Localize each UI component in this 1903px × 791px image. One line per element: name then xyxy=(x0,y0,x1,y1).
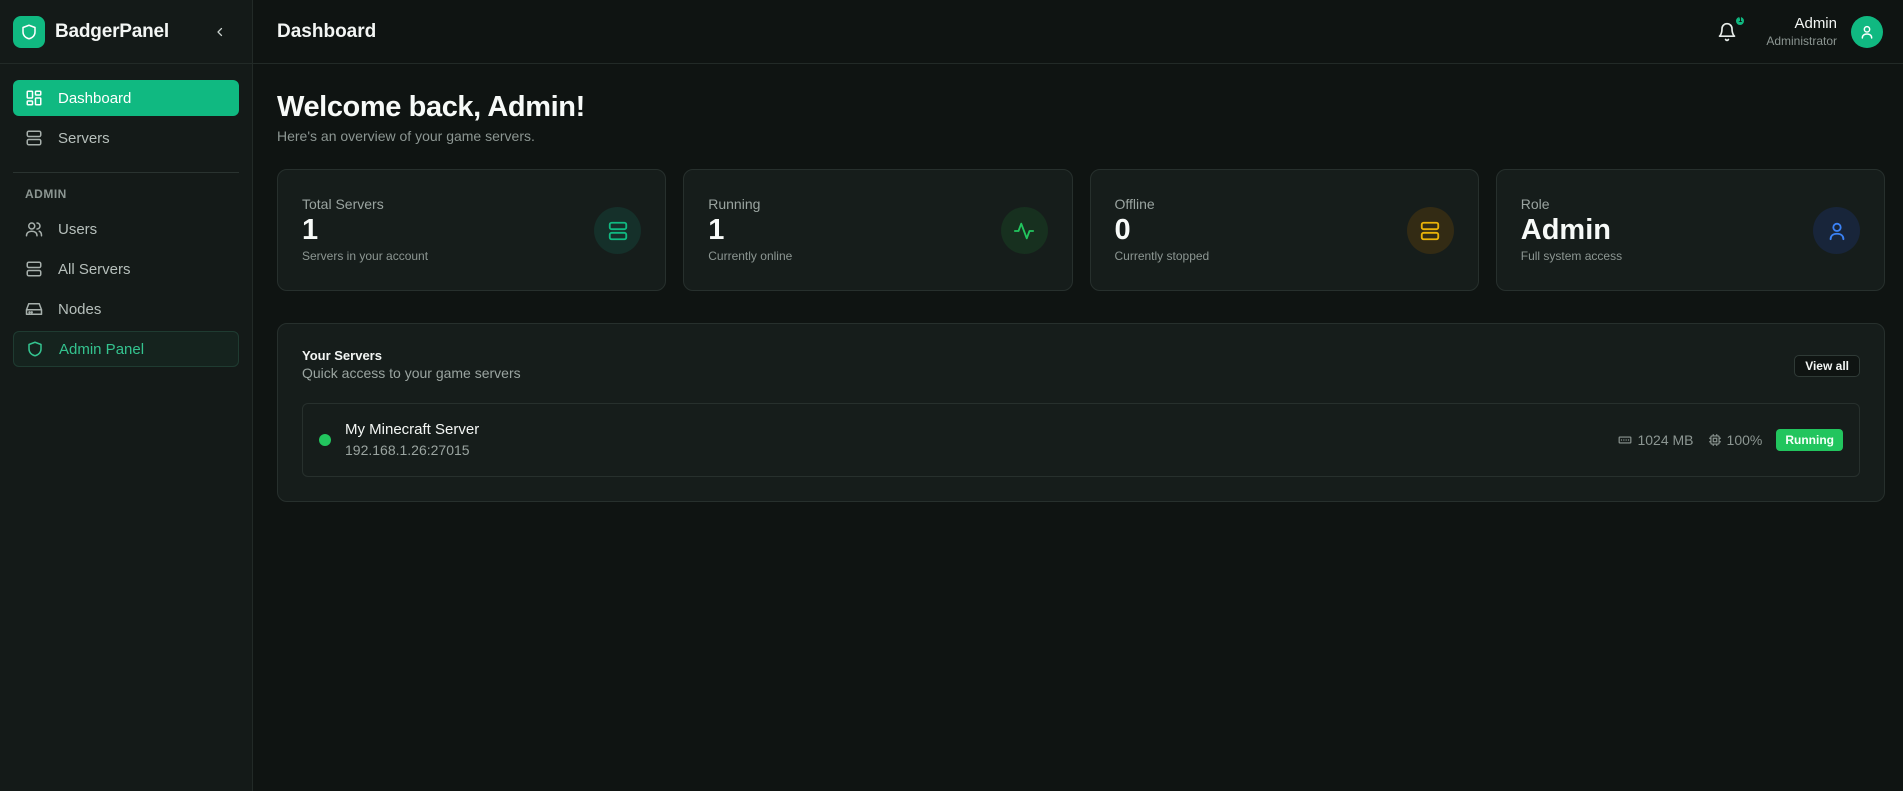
user-icon xyxy=(1861,25,1873,39)
stat-card-offline: Offline 0 Currently stopped xyxy=(1089,169,1479,291)
status-dot xyxy=(319,434,331,446)
server-icon xyxy=(24,259,44,279)
shield-logo-icon[interactable] xyxy=(13,15,45,48)
user-icon xyxy=(1813,207,1860,254)
panel-header: Your Servers Quick access to your game s… xyxy=(302,348,1860,381)
activity-icon xyxy=(1000,207,1048,254)
stat-label: Total Servers xyxy=(302,196,384,212)
app-root: BadgerPanel Dashboard Servers ADMIN User… xyxy=(0,0,1903,791)
chevron-left-icon xyxy=(217,27,223,37)
cpu-icon xyxy=(1708,433,1722,447)
sidebar-item-users[interactable]: Users xyxy=(13,211,239,247)
welcome-title: Welcome back, Admin! xyxy=(277,91,585,123)
notifications-button[interactable]: 1 xyxy=(1716,14,1747,43)
stat-label: Offline xyxy=(1114,196,1155,212)
shield-icon xyxy=(25,339,45,359)
dashboard-icon xyxy=(24,88,44,108)
sidebar-item-all-servers[interactable]: All Servers xyxy=(13,251,239,287)
avatar[interactable] xyxy=(1851,15,1883,48)
stat-sub: Full system access xyxy=(1520,249,1623,263)
server-list-item[interactable]: My Minecraft Server 192.168.1.26:27015 1… xyxy=(302,403,1860,477)
topbar: Dashboard 1 Admin Administrator xyxy=(253,0,1903,64)
server-meta: 1024 MB 100% Running xyxy=(1618,429,1843,451)
status-badge: Running xyxy=(1776,429,1843,451)
sidebar-section-admin: ADMIN xyxy=(25,187,67,201)
server-info: My Minecraft Server 192.168.1.26:27015 xyxy=(345,420,1618,460)
brand-name: BadgerPanel xyxy=(55,20,169,42)
user-name: Admin xyxy=(1794,14,1837,32)
sidebar-item-admin-panel[interactable]: Admin Panel xyxy=(13,331,239,367)
your-servers-panel: Your Servers Quick access to your game s… xyxy=(277,323,1885,502)
user-info[interactable]: Admin Administrator xyxy=(1766,15,1837,49)
users-icon xyxy=(24,219,44,239)
panel-subtitle: Quick access to your game servers xyxy=(302,365,521,381)
stat-sub: Servers in your account xyxy=(302,249,429,263)
sidebar-item-servers[interactable]: Servers xyxy=(13,120,239,156)
server-memory: 1024 MB xyxy=(1618,432,1694,448)
cpu-value: 100% xyxy=(1726,432,1763,448)
sidebar-nav: Dashboard Servers ADMIN Users All Server… xyxy=(0,64,252,371)
sidebar-item-nodes[interactable]: Nodes xyxy=(13,291,239,327)
sidebar-item-label: Servers xyxy=(58,129,110,147)
notification-badge: 1 xyxy=(1734,14,1747,27)
server-name: My Minecraft Server xyxy=(345,421,480,438)
sidebar-item-label: All Servers xyxy=(58,260,131,278)
stat-card-total-servers: Total Servers 1 Servers in your account xyxy=(277,169,667,291)
sidebar-item-label: Admin Panel xyxy=(59,340,145,358)
sidebar: BadgerPanel Dashboard Servers ADMIN User… xyxy=(0,0,253,791)
server-cpu: 100% xyxy=(1708,432,1763,448)
stat-value: 0 xyxy=(1114,214,1131,246)
sidebar-item-dashboard[interactable]: Dashboard xyxy=(13,80,239,116)
memory-icon xyxy=(1618,433,1632,447)
main-area: Dashboard 1 Admin Administrator Welcome … xyxy=(253,0,1903,791)
server-address: 192.168.1.26:27015 xyxy=(345,442,470,458)
collapse-sidebar-button[interactable] xyxy=(210,22,230,42)
stat-value: 1 xyxy=(302,214,319,246)
topbar-right: 1 Admin Administrator xyxy=(1716,14,1883,49)
server-icon xyxy=(24,128,44,148)
stat-card-role: Role Admin Full system access xyxy=(1495,169,1885,291)
memory-value: 1024 MB xyxy=(1637,432,1694,448)
stat-sub: Currently online xyxy=(708,249,793,263)
server-icon xyxy=(594,207,642,254)
view-all-button[interactable]: View all xyxy=(1794,355,1860,377)
user-role: Administrator xyxy=(1766,33,1837,48)
sidebar-item-label: Users xyxy=(58,220,98,238)
stat-sub: Currently stopped xyxy=(1114,249,1210,263)
panel-title: Your Servers xyxy=(302,348,382,363)
hard-drive-icon xyxy=(24,299,44,319)
stat-value: Admin xyxy=(1520,214,1611,246)
sidebar-item-label: Dashboard xyxy=(58,89,132,107)
stat-card-running: Running 1 Currently online xyxy=(683,169,1073,291)
brand: BadgerPanel xyxy=(0,0,252,64)
dashboard-content: Welcome back, Admin! Here's an overview … xyxy=(253,64,1903,502)
sidebar-divider xyxy=(13,172,239,173)
stats-row: Total Servers 1 Servers in your account … xyxy=(277,169,1885,291)
stat-label: Role xyxy=(1520,196,1550,212)
server-icon xyxy=(1406,207,1454,254)
welcome-subtitle: Here's an overview of your game servers. xyxy=(277,128,535,144)
page-title: Dashboard xyxy=(277,20,377,42)
sidebar-item-label: Nodes xyxy=(58,300,102,318)
stat-value: 1 xyxy=(708,214,725,246)
stat-label: Running xyxy=(708,196,761,212)
